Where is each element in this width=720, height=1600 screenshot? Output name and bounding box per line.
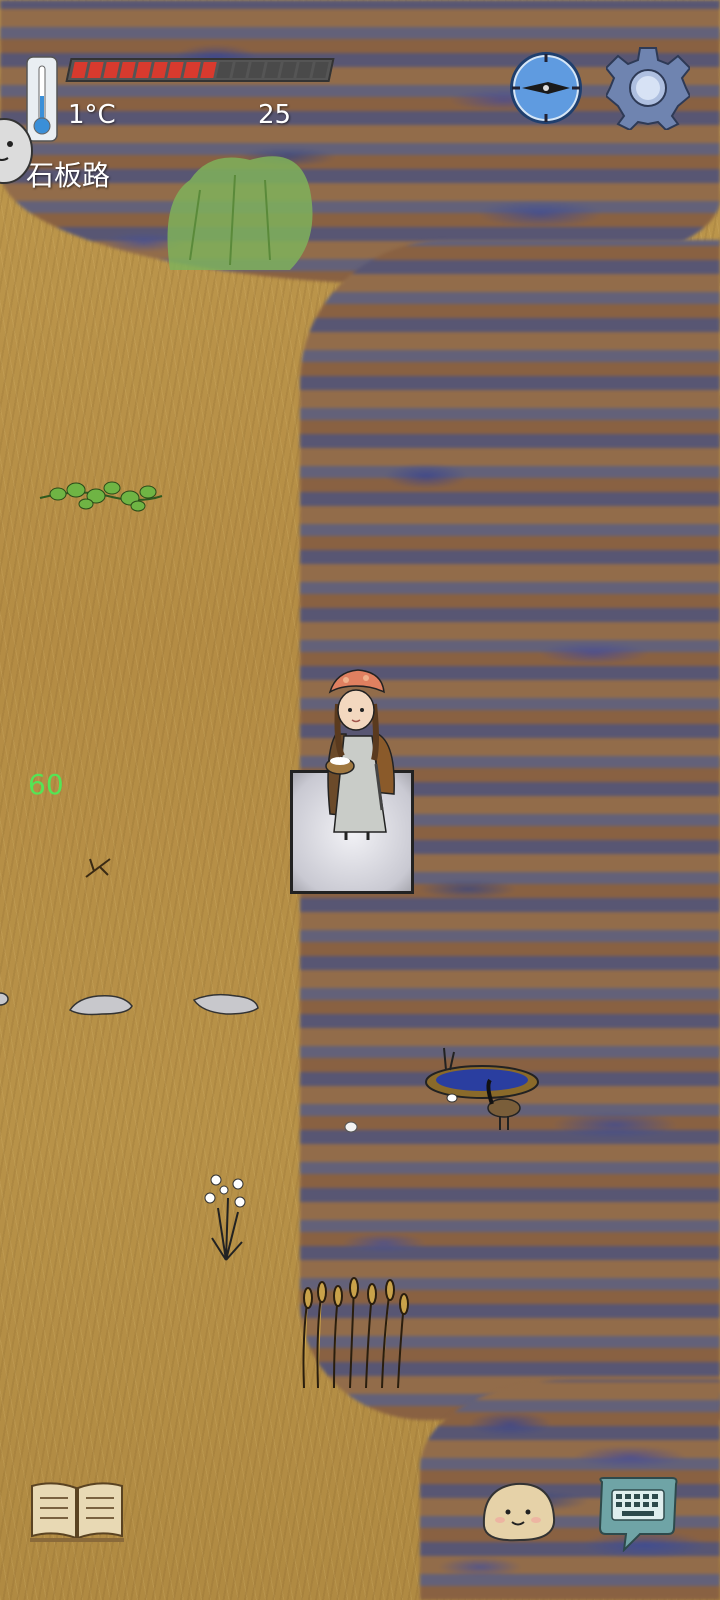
food-pip-empty <box>247 62 265 78</box>
temperature-label: 1°C <box>68 100 116 130</box>
flat-stone-sprite[interactable] <box>68 990 134 1018</box>
smiley-face-icon[interactable] <box>480 1478 558 1544</box>
food-pip-filled <box>167 62 185 78</box>
player-character[interactable] <box>316 664 400 848</box>
food-pip-filled <box>119 62 136 78</box>
food-pip-empty <box>215 62 233 78</box>
twig-sprite[interactable] <box>84 855 114 881</box>
game-world[interactable] <box>0 0 720 1600</box>
food-pip-filled <box>103 62 120 78</box>
flat-stone-sprite[interactable] <box>192 990 260 1018</box>
location-label: 石板路 <box>26 159 111 192</box>
keyboard-speech-bubble-icon[interactable] <box>594 1474 680 1552</box>
food-pip-filled <box>71 62 88 78</box>
flat-stone-sprite[interactable] <box>0 990 10 1008</box>
food-pip-filled <box>183 62 201 78</box>
wheat-plant-sprite[interactable] <box>294 1276 414 1392</box>
food-pip-empty <box>264 62 281 78</box>
open-book-icon[interactable] <box>28 1478 126 1544</box>
gear-icon[interactable] <box>606 46 690 130</box>
food-count-label: 25 <box>258 100 292 130</box>
compass-icon[interactable] <box>508 50 584 126</box>
food-pip-empty <box>280 62 297 78</box>
goose-pond-sprite[interactable] <box>420 1040 544 1136</box>
fps-counter: 60 <box>28 768 64 801</box>
food-pip-filled <box>135 62 153 78</box>
green-bush-sprite[interactable] <box>150 140 320 280</box>
food-pip-empty <box>312 62 329 78</box>
round-stone-sprite[interactable] <box>343 1120 359 1134</box>
food-pip-filled <box>87 62 104 78</box>
vine-plant-sprite[interactable] <box>38 476 164 516</box>
food-meter <box>65 58 335 82</box>
food-pip-filled <box>199 62 217 78</box>
milkweed-plant-sprite[interactable] <box>198 1168 254 1262</box>
food-pip-empty <box>231 62 249 78</box>
food-pip-empty <box>296 62 313 78</box>
food-pip-filled <box>151 62 169 78</box>
companion-face-icon[interactable] <box>0 118 34 184</box>
